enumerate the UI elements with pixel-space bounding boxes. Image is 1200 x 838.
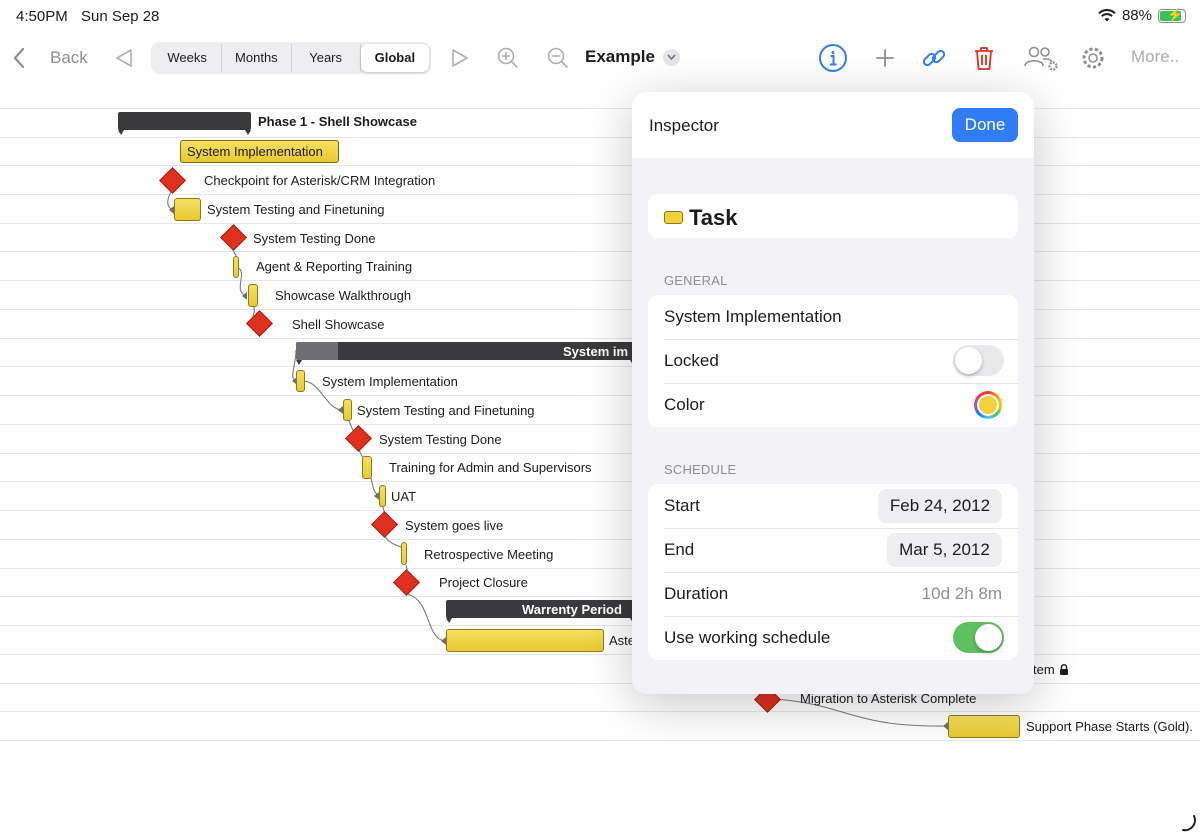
inspector-popover: Inspector Done Task GENERAL System Imple… (632, 92, 1034, 694)
task-bar[interactable] (362, 456, 372, 479)
milestone-label: System Testing Done (379, 432, 502, 447)
task-label: Training for Admin and Supervisors (389, 460, 592, 475)
duration-value: 10d 2h 8m (921, 584, 1002, 603)
task-bar[interactable] (296, 370, 305, 392)
locked-toggle[interactable] (953, 345, 1004, 376)
task-swatch-icon (664, 211, 683, 224)
milestone-label: Project Closure (439, 575, 528, 590)
task-label: Showcase Walkthrough (275, 288, 412, 303)
name-row[interactable]: System Implementation (664, 295, 1018, 339)
task-label: Support Phase Starts (Gold). (1026, 719, 1193, 734)
phase-label: System im (563, 344, 629, 359)
task-label: Agent & Reporting Training (256, 259, 413, 274)
item-type-card: Task (648, 194, 1018, 238)
milestone-label: System goes live (405, 518, 504, 533)
task-bar[interactable] (379, 485, 386, 507)
locked-label: Locked (664, 351, 719, 370)
lock-icon (1059, 664, 1068, 675)
schedule-card: Start Feb 24, 2012 End Mar 5, 2012 Durat… (648, 484, 1018, 660)
task-bar[interactable] (401, 542, 407, 565)
item-type-label: Task (689, 205, 738, 230)
phase-bar[interactable]: System im (296, 342, 636, 365)
task-label: tem (1033, 662, 1069, 677)
color-label: Color (664, 395, 705, 414)
working-schedule-row: Use working schedule (664, 616, 1018, 660)
duration-row: Duration 10d 2h 8m (664, 572, 1018, 616)
phase-label: Warrenty Period (522, 602, 622, 617)
milestone-label: Shell Showcase (292, 317, 385, 332)
inspector-title: Inspector (649, 116, 719, 135)
task-label: System Implementation (187, 144, 323, 159)
task-label: System Testing and Finetuning (207, 202, 385, 217)
task-bar[interactable] (248, 284, 258, 307)
working-schedule-label: Use working schedule (664, 628, 831, 647)
task-bar[interactable] (174, 198, 201, 221)
start-row: Start Feb 24, 2012 (664, 484, 1018, 528)
milestone-label: System Testing Done (253, 231, 376, 246)
end-row: End Mar 5, 2012 (664, 528, 1018, 572)
done-button[interactable]: Done (952, 108, 1018, 142)
start-label: Start (664, 496, 700, 515)
general-section-header: GENERAL (664, 273, 728, 288)
start-date-button[interactable]: Feb 24, 2012 (878, 489, 1002, 523)
duration-label: Duration (664, 584, 729, 603)
phase-label: Phase 1 - Shell Showcase (258, 114, 417, 129)
task-bar[interactable] (343, 399, 352, 421)
task-bar-selected[interactable]: System Implementation (180, 140, 339, 163)
spinner-icon (1182, 815, 1196, 832)
phase-bar[interactable] (118, 112, 251, 135)
phase-bar[interactable]: Warrenty Period (446, 600, 636, 623)
task-label-text: tem (1033, 662, 1055, 677)
task-bar[interactable] (948, 715, 1020, 738)
working-schedule-toggle[interactable] (953, 622, 1004, 653)
task-label: System Testing and Finetuning (357, 403, 535, 418)
task-bar[interactable] (233, 256, 239, 278)
inspector-header: Inspector Done (632, 92, 1034, 158)
end-date-button[interactable]: Mar 5, 2012 (887, 533, 1002, 567)
color-swatch (979, 396, 997, 414)
schedule-section-header: SCHEDULE (664, 462, 737, 477)
end-label: End (664, 540, 695, 559)
task-label: Retrospective Meeting (424, 547, 554, 562)
locked-row: Locked (664, 339, 1018, 383)
color-row: Color (664, 383, 1018, 427)
task-label: UAT (391, 489, 417, 504)
general-card: System Implementation Locked Color (648, 295, 1018, 427)
color-picker-well[interactable] (974, 391, 1002, 419)
task-bar[interactable] (446, 629, 604, 652)
name-field[interactable]: System Implementation (664, 307, 842, 327)
task-label: System Implementation (322, 374, 458, 389)
milestone-label: Checkpoint for Asterisk/CRM Integration (204, 173, 436, 188)
